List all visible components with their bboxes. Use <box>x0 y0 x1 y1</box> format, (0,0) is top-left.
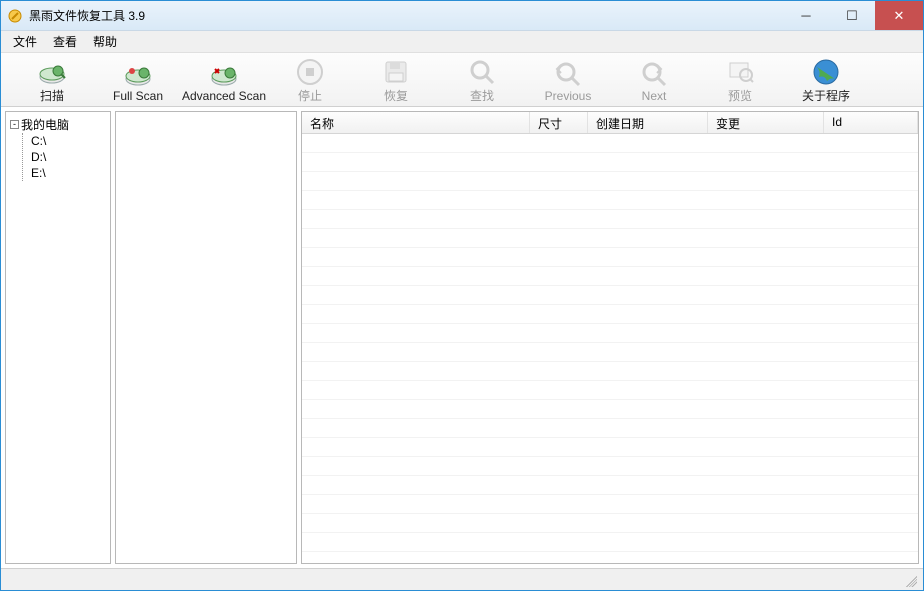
maximize-button[interactable]: ☐ <box>829 1 875 30</box>
search-prev-icon <box>553 59 583 89</box>
find-button: 查找 <box>439 56 525 106</box>
next-button: Next <box>611 56 697 106</box>
about-button[interactable]: 关于程序 <box>783 56 869 106</box>
resize-grip-icon[interactable] <box>903 573 917 587</box>
menu-help[interactable]: 帮助 <box>85 31 125 52</box>
tree-root[interactable]: - 我的电脑 <box>10 116 106 133</box>
table-row <box>302 514 918 533</box>
table-row <box>302 457 918 476</box>
table-row <box>302 362 918 381</box>
menu-file[interactable]: 文件 <box>5 31 45 52</box>
preview-icon <box>725 57 755 87</box>
column-id[interactable]: Id <box>824 112 918 133</box>
search-next-icon <box>639 59 669 89</box>
drive-scan-icon <box>37 57 67 87</box>
table-row <box>302 476 918 495</box>
list-body[interactable] <box>302 134 918 563</box>
table-row <box>302 381 918 400</box>
window-title: 黑雨文件恢复工具 3.9 <box>29 7 783 24</box>
stop-button: 停止 <box>267 56 353 106</box>
drive-full-scan-icon <box>123 59 153 89</box>
stop-icon <box>295 57 325 87</box>
menu-view[interactable]: 查看 <box>45 31 85 52</box>
table-row <box>302 533 918 552</box>
table-row <box>302 552 918 563</box>
drive-tree[interactable]: - 我的电脑 C:\ D:\ E:\ <box>5 111 111 564</box>
scan-button[interactable]: 扫描 <box>9 56 95 106</box>
file-list: 名称 尺寸 创建日期 变更 Id <box>301 111 919 564</box>
drive-item[interactable]: C:\ <box>31 133 106 149</box>
menubar: 文件 查看 帮助 <box>1 31 923 53</box>
recover-label: 恢复 <box>384 87 408 104</box>
table-row <box>302 134 918 153</box>
preview-button: 预览 <box>697 56 783 106</box>
full-scan-label: Full Scan <box>113 89 163 103</box>
search-icon <box>467 57 497 87</box>
tree-root-label: 我的电脑 <box>21 116 69 133</box>
column-size[interactable]: 尺寸 <box>530 112 588 133</box>
preview-label: 预览 <box>728 87 752 104</box>
column-created[interactable]: 创建日期 <box>588 112 708 133</box>
app-window: 黑雨文件恢复工具 3.9 ─ ☐ ✕ 文件 查看 帮助 扫描 Full Scan <box>0 0 924 591</box>
table-row <box>302 324 918 343</box>
table-row <box>302 267 918 286</box>
table-row <box>302 210 918 229</box>
collapse-icon[interactable]: - <box>10 120 19 129</box>
table-row <box>302 419 918 438</box>
about-label: 关于程序 <box>802 87 850 104</box>
folder-panel[interactable] <box>115 111 297 564</box>
tree-children: C:\ D:\ E:\ <box>22 133 106 181</box>
table-row <box>302 438 918 457</box>
list-header: 名称 尺寸 创建日期 变更 Id <box>302 112 918 134</box>
app-icon <box>7 8 23 24</box>
titlebar[interactable]: 黑雨文件恢复工具 3.9 ─ ☐ ✕ <box>1 1 923 31</box>
toolbar: 扫描 Full Scan Advanced Scan 停止 恢复 <box>1 53 923 107</box>
main-body: - 我的电脑 C:\ D:\ E:\ 名称 尺寸 创建日期 变更 Id <box>1 107 923 568</box>
stop-label: 停止 <box>298 87 322 104</box>
drive-item[interactable]: D:\ <box>31 149 106 165</box>
statusbar <box>1 568 923 590</box>
drive-advanced-scan-icon <box>209 59 239 89</box>
scan-label: 扫描 <box>40 87 64 104</box>
table-row <box>302 229 918 248</box>
previous-button: Previous <box>525 56 611 106</box>
advanced-scan-label: Advanced Scan <box>182 89 266 103</box>
table-row <box>302 286 918 305</box>
floppy-icon <box>381 57 411 87</box>
table-row <box>302 172 918 191</box>
table-row <box>302 153 918 172</box>
table-row <box>302 191 918 210</box>
drive-item[interactable]: E:\ <box>31 165 106 181</box>
column-changed[interactable]: 变更 <box>708 112 824 133</box>
close-button[interactable]: ✕ <box>875 1 923 30</box>
full-scan-button[interactable]: Full Scan <box>95 56 181 106</box>
recover-button: 恢复 <box>353 56 439 106</box>
table-row <box>302 495 918 514</box>
window-controls: ─ ☐ ✕ <box>783 1 923 30</box>
find-label: 查找 <box>470 87 494 104</box>
globe-icon <box>811 57 841 87</box>
table-row <box>302 305 918 324</box>
previous-label: Previous <box>545 89 592 103</box>
next-label: Next <box>642 89 667 103</box>
table-row <box>302 343 918 362</box>
table-row <box>302 400 918 419</box>
minimize-button[interactable]: ─ <box>783 1 829 30</box>
advanced-scan-button[interactable]: Advanced Scan <box>181 56 267 106</box>
column-name[interactable]: 名称 <box>302 112 530 133</box>
table-row <box>302 248 918 267</box>
